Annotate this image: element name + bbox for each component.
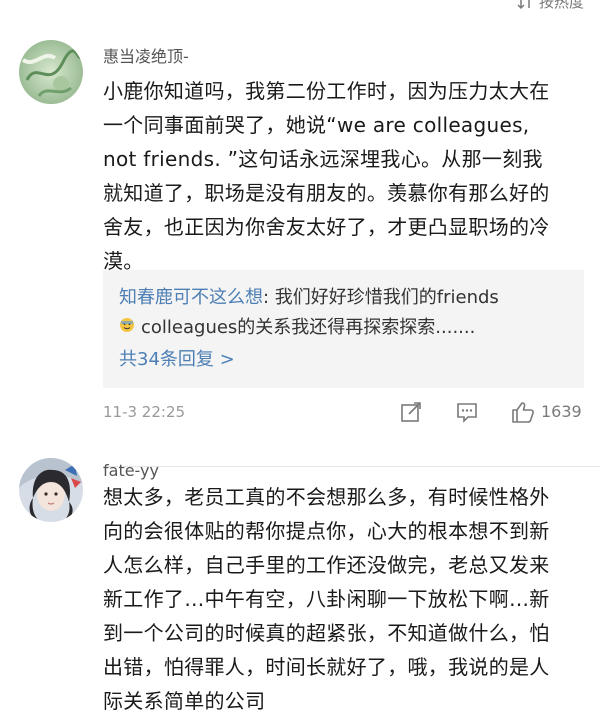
comment-icon[interactable]: [455, 400, 479, 424]
reply-text: : 我们好好珍惜我们的friends: [263, 287, 499, 308]
reply-line: colleagues的关系我还得再探索探索.......: [119, 314, 475, 342]
username[interactable]: fate-yy: [103, 461, 159, 480]
comment-meta: 11-3 22:25 1639: [103, 398, 584, 428]
sort-label: 按热度: [538, 0, 584, 11]
reply-line: 知春鹿可不这么想: 我们好好珍惜我们的friends: [119, 284, 499, 312]
face-emoji-icon: [119, 314, 135, 342]
share-icon[interactable]: [399, 400, 423, 424]
reply-preview-box[interactable]: 知春鹿可不这么想: 我们好好珍惜我们的friends colleagues的关系…: [103, 270, 584, 388]
comment-text: 小鹿你知道吗，我第二份工作时，因为压力太大在 一个同事面前哭了，她说“we ar…: [103, 79, 550, 273]
username[interactable]: 惠当凌绝顶-: [103, 43, 189, 67]
avatar[interactable]: [19, 458, 83, 522]
divider: [103, 466, 600, 467]
sort-icon: [517, 0, 530, 9]
view-all-replies-link[interactable]: 共34条回复 >: [119, 346, 235, 374]
avatar[interactable]: [19, 40, 83, 104]
top-bar: 按热度: [0, 0, 600, 14]
like-count: 1639: [541, 402, 582, 421]
comment-text: 想太多，老员工真的不会想那么多，有时候性格外 向的会很体贴的帮你提点你，心大的根…: [103, 485, 550, 713]
reply-username[interactable]: 知春鹿可不这么想: [119, 287, 263, 308]
thumbs-up-icon[interactable]: [511, 400, 535, 424]
comment-time: 11-3 22:25: [103, 403, 186, 421]
reply-text: colleagues的关系我还得再探索探索.......: [141, 317, 476, 338]
sort-by-hot-button[interactable]: 按热度: [517, 0, 584, 12]
